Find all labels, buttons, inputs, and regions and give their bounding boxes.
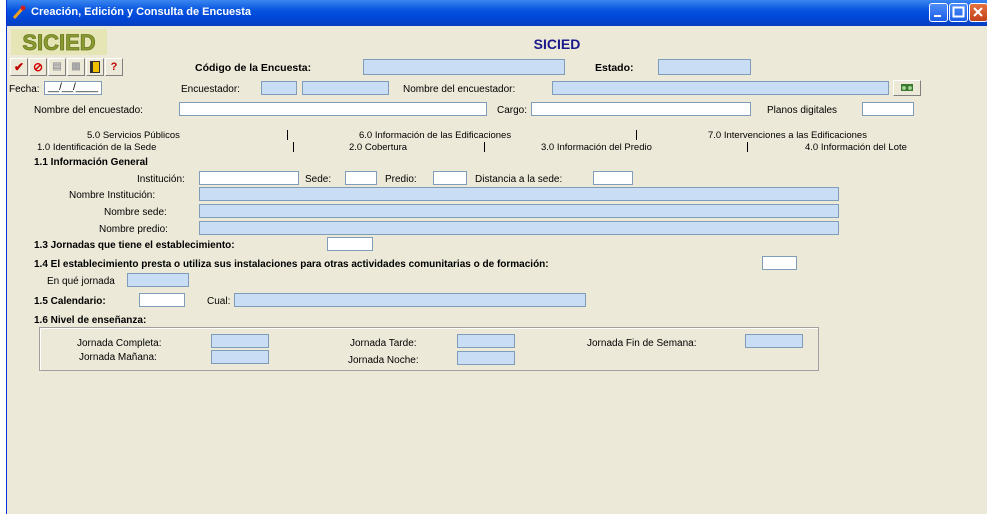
cancel-button[interactable]: ⊘ (29, 58, 47, 76)
cual-input[interactable] (234, 293, 586, 307)
sede-label: Sede: (305, 174, 332, 185)
jornada-tarde-label: Jornada Tarde: (350, 338, 417, 349)
fecha-label: Fecha: (9, 84, 40, 95)
distancia-label: Distancia a la sede: (475, 174, 563, 185)
copy-icon: ▤ (52, 61, 62, 72)
cancel-icon: ⊘ (32, 60, 44, 74)
codigo-label: Código de la Encuesta: (195, 62, 312, 74)
jornada-manana-input[interactable] (211, 350, 269, 364)
section-1-1-title: 1.1 Información General (34, 157, 148, 168)
help-icon: ? (110, 61, 118, 73)
tab-cobertura[interactable]: 2.0 Cobertura (349, 142, 407, 153)
nombre-sede-label: Nombre sede: (104, 207, 167, 218)
tab-separator (293, 142, 294, 152)
tab-separator (747, 142, 748, 152)
binoculars-icon (901, 84, 913, 91)
jornada-label: En qué jornada (47, 276, 115, 287)
check-button[interactable]: ✔ (10, 58, 28, 76)
encuestador-input[interactable] (302, 81, 389, 95)
copy-button[interactable]: ▤ (48, 58, 66, 76)
section-1-3-title: 1.3 Jornadas que tiene el establecimient… (34, 240, 235, 251)
exit-door-icon (90, 61, 100, 73)
nombre-institucion-label: Nombre Institución: (69, 190, 156, 201)
encuestador-code-input[interactable] (261, 81, 297, 95)
jornada-tarde-input[interactable] (457, 334, 515, 348)
jornadas-input[interactable] (327, 237, 373, 251)
jornada-fin-semana-input[interactable] (745, 334, 803, 348)
maximize-icon (952, 6, 965, 18)
encuestador-label: Encuestador: (181, 84, 240, 95)
fecha-input[interactable]: __/__/____ (44, 81, 102, 95)
actividades-input[interactable] (762, 256, 797, 270)
tab-separator (287, 130, 288, 140)
jornada-input[interactable] (127, 273, 189, 287)
section-1-6-title: 1.6 Nivel de enseñanza: (34, 315, 147, 326)
predio-input[interactable] (433, 171, 467, 185)
help-button[interactable]: ? (105, 58, 123, 76)
calculator-button[interactable]: ▦ (67, 58, 85, 76)
title-bar: Creación, Edición y Consulta de Encuesta (7, 0, 987, 26)
tab-separator (484, 142, 485, 152)
tab-informacion-edificaciones[interactable]: 6.0 Información de las Edificaciones (359, 130, 511, 141)
sede-input[interactable] (345, 171, 377, 185)
institucion-label: Institución: (137, 174, 185, 185)
estado-label: Estado: (595, 62, 634, 74)
close-button[interactable] (969, 3, 987, 22)
codigo-input[interactable] (363, 59, 565, 75)
check-icon: ✔ (13, 60, 25, 74)
nombre-sede-input[interactable] (199, 204, 839, 218)
jornada-noche-input[interactable] (457, 351, 515, 365)
minimize-button[interactable] (929, 3, 948, 22)
nombre-predio-label: Nombre predio: (99, 224, 168, 235)
fecha-value: __/__/____ (48, 82, 99, 93)
exit-button[interactable] (86, 58, 104, 76)
nombre-encuestado-input[interactable] (179, 102, 487, 116)
jornada-manana-label: Jornada Mañana: (79, 352, 157, 363)
planos-input[interactable] (862, 102, 914, 116)
estado-input[interactable] (658, 59, 751, 75)
nombre-encuestador-label: Nombre del encuestador: (403, 84, 516, 95)
distancia-input[interactable] (593, 171, 633, 185)
nombre-encuestado-label: Nombre del encuestado: (34, 105, 143, 116)
institucion-input[interactable] (199, 171, 299, 185)
main-window: Creación, Edición y Consulta de Encuesta… (6, 0, 987, 514)
calculator-icon: ▦ (71, 61, 81, 72)
tab-informacion-predio[interactable]: 3.0 Información del Predio (541, 142, 652, 153)
section-1-4-title: 1.4 El establecimiento presta o utiliza … (34, 259, 549, 270)
tab-servicios-publicos[interactable]: 5.0 Servicios Públicos (87, 130, 180, 141)
maximize-button[interactable] (949, 3, 968, 22)
app-icon (12, 5, 26, 19)
close-icon (973, 7, 983, 17)
app-title: SICIED (533, 36, 581, 52)
nombre-institucion-input[interactable] (199, 187, 839, 201)
calendario-input[interactable] (139, 293, 185, 307)
jornada-noche-label: Jornada Noche: (348, 355, 419, 366)
nombre-predio-input[interactable] (199, 221, 839, 235)
window-title: Creación, Edición y Consulta de Encuesta (31, 6, 252, 18)
jornada-fin-semana-label: Jornada Fin de Semana: (587, 338, 697, 349)
planos-label: Planos digitales (767, 105, 838, 116)
cargo-label: Cargo: (497, 105, 528, 116)
tab-intervenciones[interactable]: 7.0 Intervenciones a las Edificaciones (708, 130, 867, 141)
search-encuestador-button[interactable] (893, 80, 921, 96)
tab-separator (636, 130, 637, 140)
jornada-completa-label: Jornada Completa: (77, 338, 162, 349)
nivel-ensenanza-frame (39, 327, 819, 371)
predio-label: Predio: (385, 174, 417, 185)
tab-informacion-lote[interactable]: 4.0 Información del Lote (805, 142, 907, 153)
section-1-5-title: 1.5 Calendario: (34, 296, 106, 307)
minimize-icon (934, 15, 941, 17)
cargo-input[interactable] (531, 102, 751, 116)
tab-identificacion-sede[interactable]: 1.0 Identificación de la Sede (37, 142, 156, 153)
cual-label: Cual: (207, 296, 231, 307)
jornada-completa-input[interactable] (211, 334, 269, 348)
nombre-encuestador-input[interactable] (552, 81, 889, 95)
